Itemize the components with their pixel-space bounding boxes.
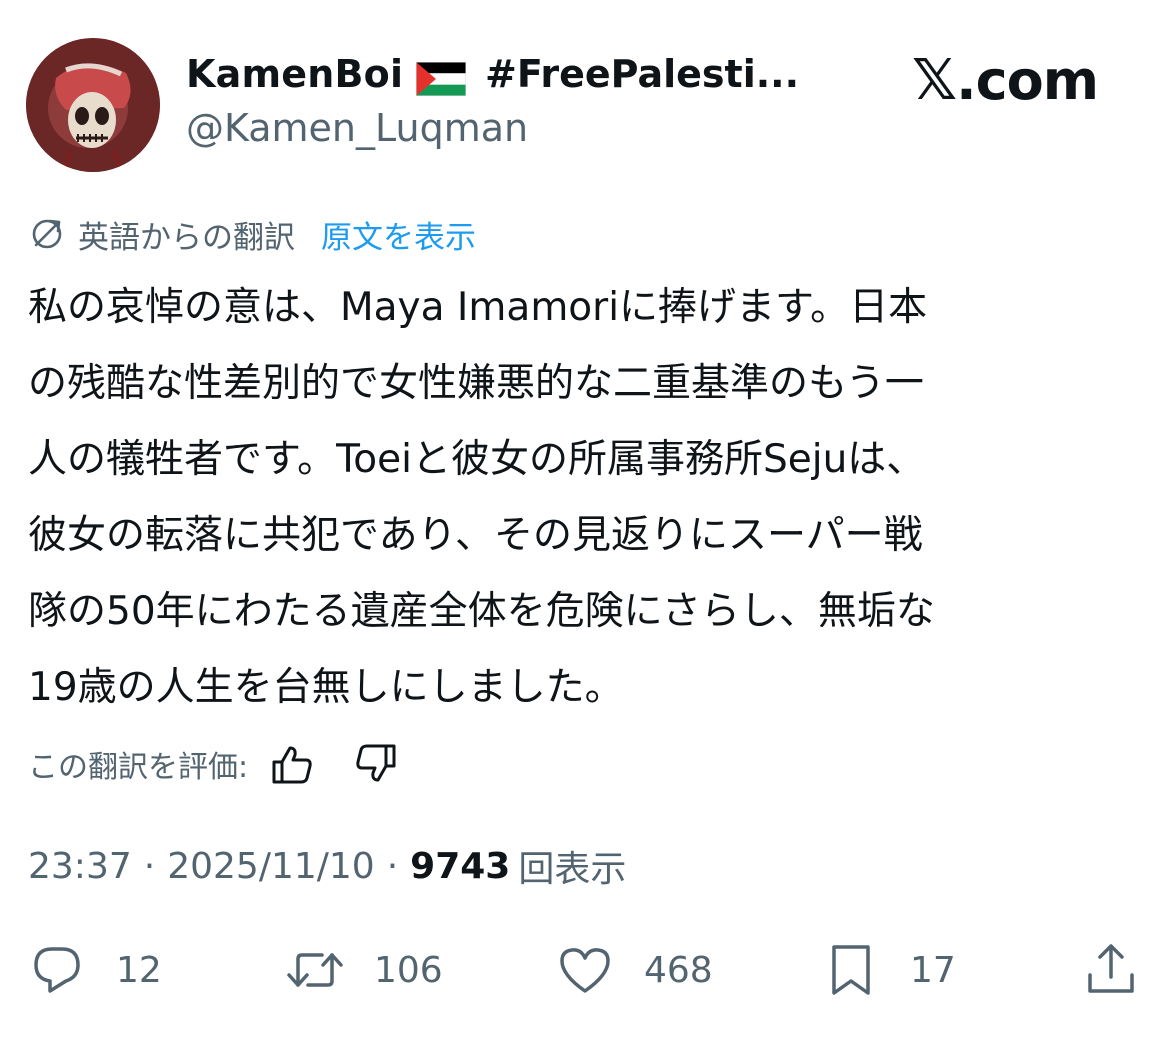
display-name-tag[interactable]: #FreePalesti... <box>485 52 799 96</box>
x-logo-icon: 𝕏 <box>912 48 957 113</box>
thumbs-up-icon[interactable] <box>268 740 316 788</box>
translation-label: 英語からの翻訳 <box>78 219 295 256</box>
tweet-date[interactable]: 2025/11/10 <box>167 846 375 887</box>
reply-count: 12 <box>116 949 162 991</box>
retweet-button[interactable]: 106 <box>286 940 443 1000</box>
bookmark-count: 17 <box>910 949 956 991</box>
reply-button[interactable]: 12 <box>28 940 162 1000</box>
rate-translation-label: この翻訳を評価: <box>28 750 249 785</box>
avatar[interactable] <box>26 38 160 172</box>
show-original-link[interactable]: 原文を表示 <box>321 212 476 257</box>
tweet-meta: 23:37 · 2025/11/10 · 9743 回表示 <box>28 842 627 891</box>
reply-icon <box>34 947 80 993</box>
bookmark-icon <box>832 945 870 995</box>
heart-icon <box>560 948 610 993</box>
views-label: 回表示 <box>518 849 627 890</box>
x-com-logo: 𝕏.com <box>912 48 1099 113</box>
tweet-line: 19歳の人生を台無しにしました。 <box>28 665 624 710</box>
meta-separator: · <box>386 845 399 887</box>
translate-icon <box>32 219 62 249</box>
share-button[interactable] <box>1082 940 1140 1000</box>
tweet-time[interactable]: 23:37 <box>28 846 132 887</box>
palestine-flag-icon <box>416 62 466 96</box>
like-count: 468 <box>644 949 713 991</box>
like-button[interactable]: 468 <box>556 940 713 1000</box>
retweet-icon <box>287 953 343 987</box>
tweet-line: の残酷な性差別的で女性嫌悪的な二重基準のもう一 <box>28 361 924 406</box>
share-icon <box>1088 944 1134 993</box>
meta-separator: · <box>143 845 156 887</box>
retweet-count: 106 <box>374 949 443 991</box>
tweet-line: 私の哀悼の意は、Maya Imamoriに捧げます。日本 <box>28 285 928 330</box>
translation-row: 英語からの翻訳 原文を表示 <box>28 212 476 256</box>
user-handle[interactable]: @Kamen_Luqman <box>186 106 528 150</box>
thumbs-down-icon[interactable] <box>352 740 400 788</box>
tweet-text: 私の哀悼の意は、Maya Imamoriに捧げます。日本 の残酷な性差別的で女性… <box>28 270 1143 726</box>
tweet-line: 人の犠牲者です。Toeiと彼女の所属事務所Sejuは、 <box>28 437 926 482</box>
tweet-line: 彼女の転落に共犯であり、その見返りにスーパー戦 <box>28 513 923 558</box>
display-name[interactable]: KamenBoi <box>186 52 403 96</box>
avatar-image <box>26 38 160 172</box>
brand-domain: .com <box>956 49 1099 112</box>
rate-translation-row: この翻訳を評価: <box>28 740 400 788</box>
bookmark-button[interactable]: 17 <box>822 940 956 1000</box>
tweet-line: 隊の50年にわたる遺産全体を危険にさらし、無垢な <box>28 589 935 634</box>
views-count: 9743 <box>410 845 511 887</box>
